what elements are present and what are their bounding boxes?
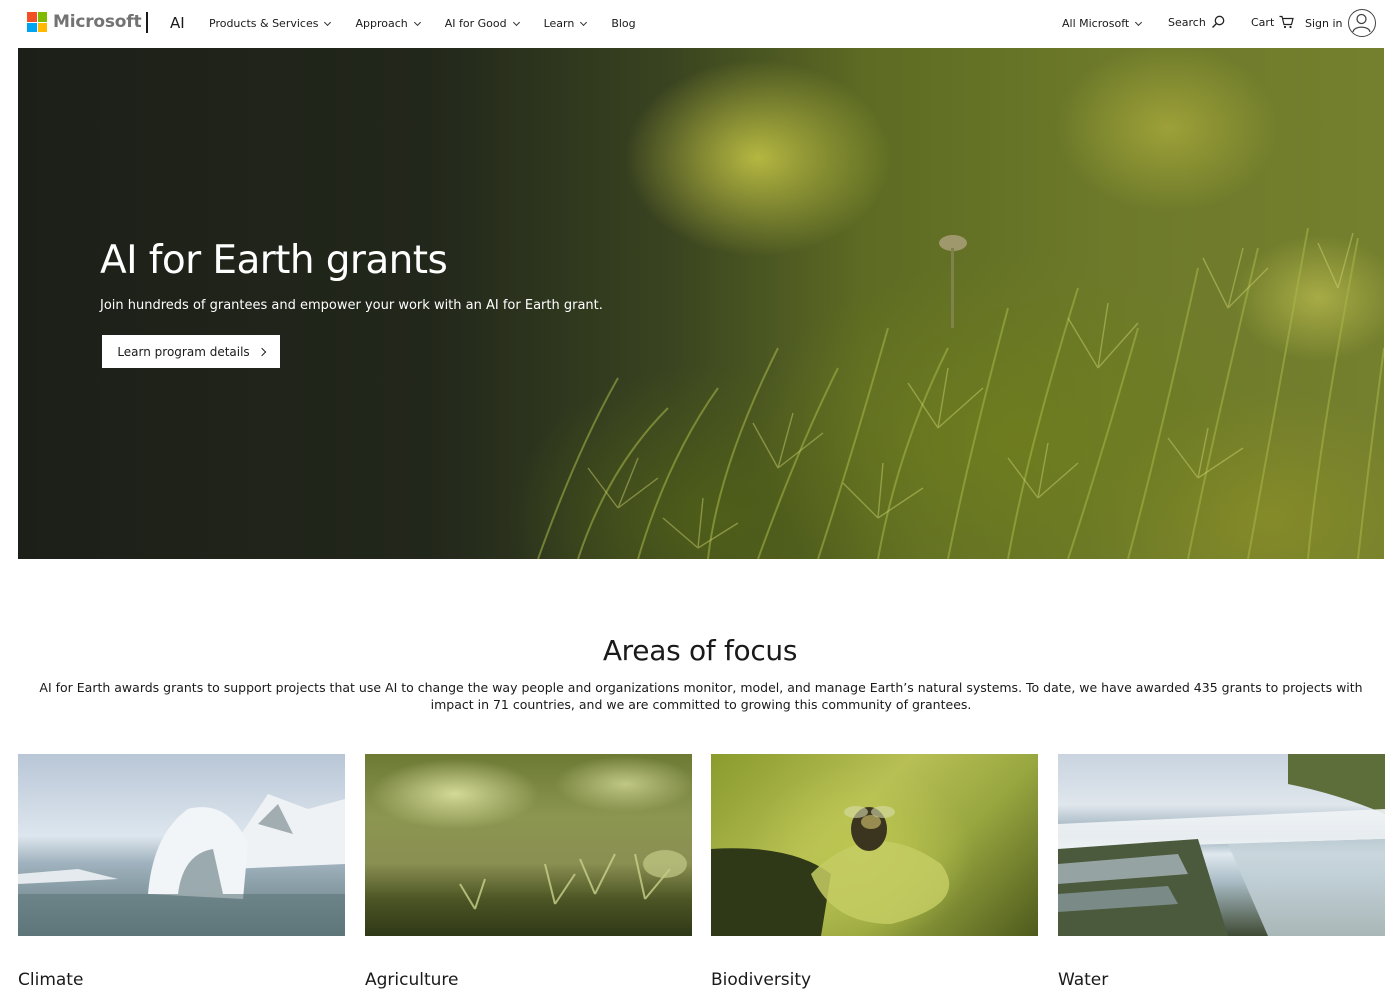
search-icon [1211, 15, 1225, 28]
header-divider [146, 12, 148, 33]
sign-in-label: Sign in [1305, 17, 1343, 30]
site-header: Microsoft AI Products & Services Approac… [0, 0, 1400, 48]
button-label: Learn program details [117, 344, 250, 359]
nav-products-services[interactable]: Products & Services [209, 17, 332, 30]
card-label: Agriculture [365, 970, 459, 990]
learn-program-details-button[interactable]: Learn program details [102, 335, 280, 368]
biodiversity-image [711, 754, 1038, 936]
cart-button[interactable]: Cart [1251, 15, 1295, 29]
focus-card-climate[interactable]: Climate [18, 754, 345, 990]
chevron-down-icon [413, 18, 421, 26]
focus-card-biodiversity[interactable]: Biodiversity [711, 754, 1038, 990]
nav-blog[interactable]: Blog [611, 17, 635, 30]
nav-label: Blog [611, 17, 636, 30]
chevron-down-icon [1135, 18, 1143, 26]
chevron-down-icon [580, 18, 588, 26]
hero-subtitle: Join hundreds of grantees and empower yo… [100, 298, 603, 313]
hero-title: AI for Earth grants [100, 238, 448, 283]
microsoft-logo-icon [27, 12, 47, 32]
user-icon [1352, 13, 1371, 33]
agriculture-image [365, 754, 692, 936]
sprouts-illustration [459, 850, 687, 910]
cart-icon [1279, 15, 1295, 29]
nav-label: Approach [355, 17, 408, 30]
chevron-right-icon [257, 347, 266, 356]
brand-name: Microsoft [53, 12, 142, 32]
glacier-illustration [18, 794, 345, 936]
card-label: Biodiversity [711, 970, 812, 990]
chevron-down-icon [324, 18, 332, 26]
search-button[interactable]: Search [1168, 15, 1225, 29]
nav-learn[interactable]: Learn [543, 17, 588, 30]
all-microsoft-menu[interactable]: All Microsoft [1062, 17, 1143, 30]
bee-on-flower-illustration [711, 806, 950, 936]
water-image [1058, 754, 1385, 936]
section-name[interactable]: AI [170, 14, 185, 32]
section-title: Areas of focus [602, 634, 798, 667]
nav-label: AI for Good [444, 17, 507, 30]
avatar[interactable] [1348, 9, 1376, 37]
chevron-down-icon [512, 18, 520, 26]
all-microsoft-label: All Microsoft [1062, 17, 1130, 30]
search-label: Search [1168, 15, 1206, 29]
section-description: AI for Earth awards grants to support pr… [39, 680, 1363, 712]
climate-image [18, 754, 345, 936]
nav-approach[interactable]: Approach [355, 17, 421, 30]
nav-ai-for-good[interactable]: AI for Good [444, 17, 520, 30]
nav-label: Learn [543, 17, 575, 30]
sign-in-link[interactable]: Sign in [1305, 17, 1343, 30]
card-label: Climate [18, 970, 84, 990]
card-label: Water [1058, 970, 1109, 990]
hero-banner: AI for Earth grants Join hundreds of gra… [18, 48, 1384, 559]
cart-label: Cart [1251, 15, 1275, 29]
waterfall-illustration [1058, 754, 1385, 936]
nav-label: Products & Services [209, 17, 319, 30]
main-nav: Products & Services Approach AI for Good… [209, 17, 661, 30]
microsoft-logo[interactable]: Microsoft [27, 12, 142, 32]
focus-card-water[interactable]: Water [1058, 754, 1385, 990]
focus-card-agriculture[interactable]: Agriculture [365, 754, 692, 990]
